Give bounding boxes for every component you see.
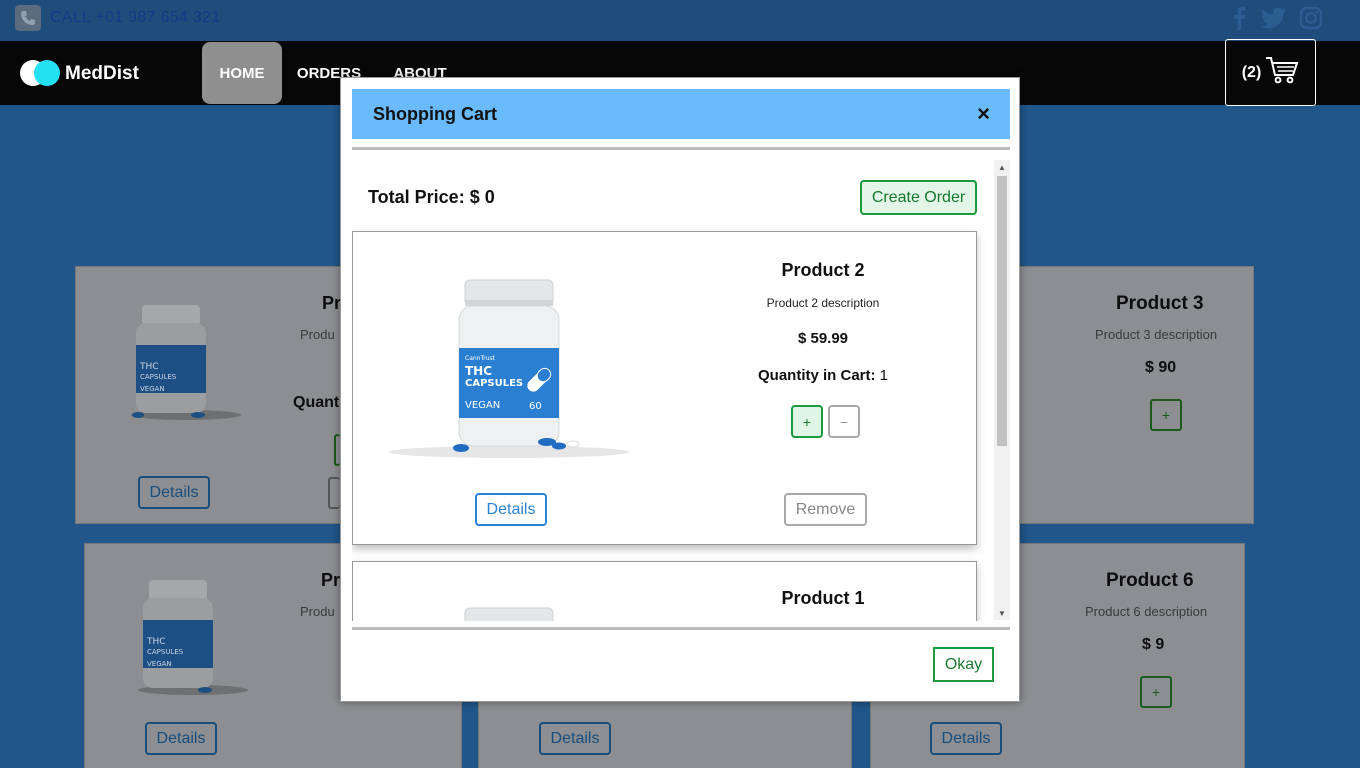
svg-text:THC: THC [139,362,159,372]
product-name: Pr [322,293,342,313]
details-button[interactable]: Details [930,722,1002,755]
cart-items-scroll[interactable]: Total Price: $ 0 Create Order CannTrust … [352,159,1010,621]
divider [352,147,1010,150]
product-image [389,602,629,621]
product-description: Product 3 description [1095,327,1218,342]
instagram-icon[interactable] [1298,5,1324,31]
facebook-icon[interactable] [1226,5,1252,31]
modal-title: Shopping Cart [373,104,497,124]
total-price: Total Price: $ 0 [368,187,495,207]
quantity-value: 1 [879,367,889,384]
cart-item: Product 1 [352,561,977,621]
product-card: Product 3 Product 3 description $ 90 + [1018,266,1254,524]
phone-icon [15,5,41,31]
call-number-text: CALL +01 987 654 321 [50,9,221,26]
cart-count: (2) [1241,63,1262,81]
logo-icon[interactable] [20,60,62,86]
details-button[interactable]: Details [138,476,210,509]
svg-text:CannTrust: CannTrust [465,355,496,362]
svg-text:THC: THC [146,637,166,647]
svg-text:CAPSULES: CAPSULES [147,648,184,656]
scroll-up-arrow-icon[interactable]: ▲ [994,160,1010,174]
cart-item-description: Product 2 description [766,296,880,310]
shopping-cart-modal: Shopping Cart × Total Price: $ 0 Create … [340,77,1020,702]
product-name: Product 6 [1106,570,1194,591]
product-price: $ 9 [1142,636,1165,653]
svg-text:VEGAN: VEGAN [140,385,165,393]
remove-button[interactable] [328,477,340,509]
quantity-label: Quant [293,394,340,411]
shopping-cart-icon [1265,55,1299,90]
cart-item-price: $ 59.99 [797,330,849,347]
details-button[interactable]: Details [539,722,611,755]
close-icon[interactable]: × [977,101,990,127]
svg-text:60: 60 [529,401,542,412]
details-button[interactable]: Details [145,722,217,755]
nav-home[interactable]: HOME [202,42,282,104]
cart-item-name: Product 1 [781,588,865,608]
contact-bar: CALL +01 987 654 321 [0,0,1360,41]
quantity-label: Quantity in Cart: [757,367,876,384]
product-image: THC CAPSULES VEGAN [126,297,256,432]
cart-button[interactable]: (2) [1225,39,1316,106]
cart-item-quantity: Quantity in Cart: 1 [693,367,953,384]
svg-text:CAPSULES: CAPSULES [140,373,177,381]
product-name: Pr [321,570,341,590]
svg-text:VEGAN: VEGAN [465,400,500,411]
scrollbar-thumb[interactable] [997,176,1007,446]
product-image: THC CAPSULES VEGAN [133,574,263,704]
add-button[interactable]: + [1150,399,1182,431]
product-description: Produ [300,327,335,342]
okay-button[interactable]: Okay [933,647,994,682]
product-description: Produ [300,604,335,619]
details-button[interactable]: Details [475,493,547,526]
svg-text:THC: THC [465,364,492,378]
product-image: CannTrust THC CAPSULES VEGAN 60 [389,272,629,467]
svg-text:CAPSULES: CAPSULES [465,378,523,389]
twitter-icon[interactable] [1261,5,1287,31]
scroll-down-arrow-icon[interactable]: ▼ [994,606,1010,620]
create-order-button[interactable]: Create Order [860,180,977,215]
decrease-quantity-button[interactable]: − [828,405,860,438]
product-price: $ 90 [1145,359,1177,376]
modal-header: Shopping Cart × [352,89,1010,139]
cart-item: CannTrust THC CAPSULES VEGAN 60 Product … [352,231,977,545]
divider [352,627,1010,630]
cart-item-name: Product 2 [781,260,865,280]
product-description: Product 6 description [1085,604,1208,619]
brand-name[interactable]: MedDist [65,63,139,85]
product-name: Product 3 [1116,293,1204,314]
add-button[interactable]: + [1140,676,1172,708]
svg-text:VEGAN: VEGAN [147,660,172,668]
remove-button[interactable]: Remove [784,493,867,526]
scrollbar[interactable]: ▲ ▼ [994,160,1010,620]
increase-quantity-button[interactable]: + [791,405,823,438]
